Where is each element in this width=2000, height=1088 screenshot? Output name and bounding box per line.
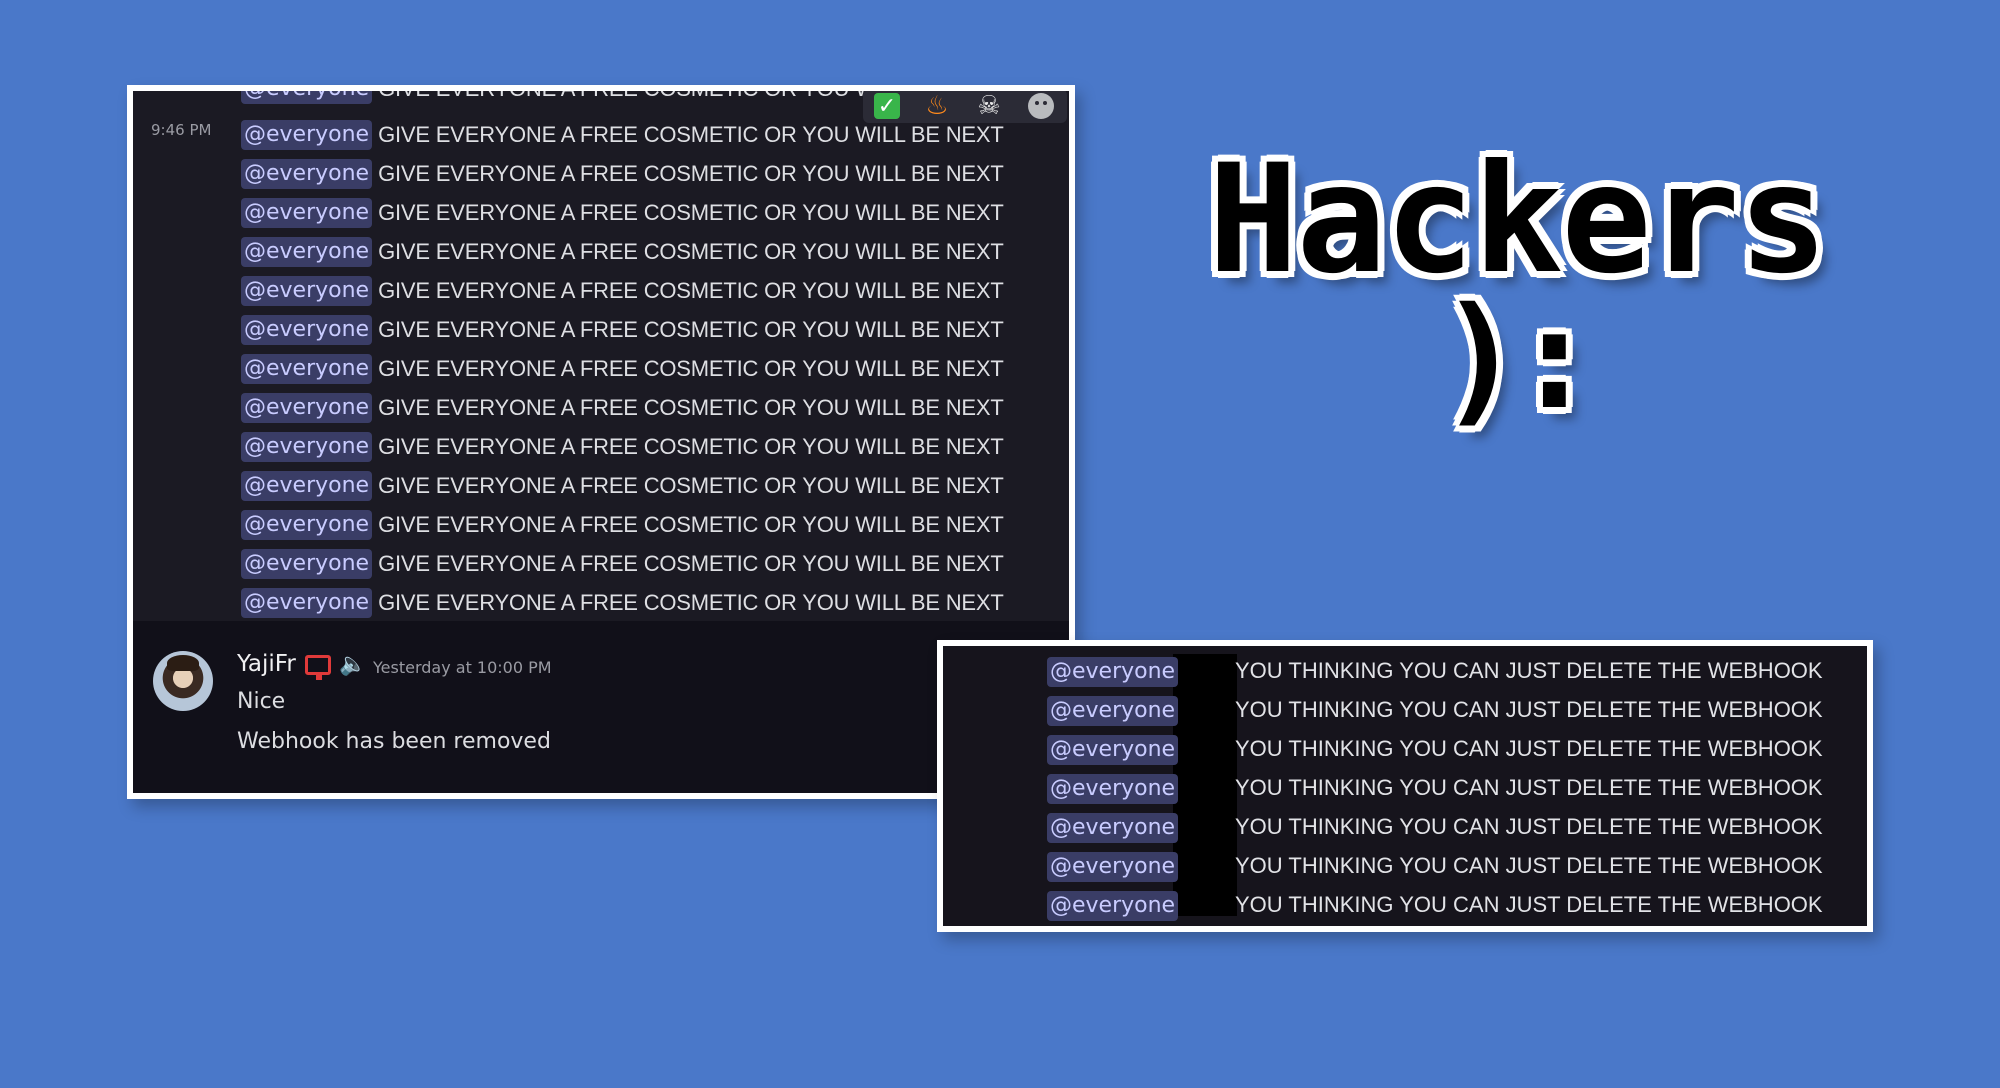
spam-line: @everyone GIVE EVERYONE A FREE COSMETIC …: [241, 156, 1004, 192]
everyone-mention[interactable]: @everyone: [241, 276, 373, 306]
webhook-text: YOU THINKING YOU CAN JUST DELETE THE WEB…: [1235, 814, 1823, 839]
everyone-mention[interactable]: @everyone: [241, 588, 373, 618]
spam-line: @everyone GIVE EVERYONE A FREE COSMETIC …: [241, 468, 1004, 504]
everyone-mention[interactable]: @everyone: [1047, 852, 1179, 882]
spam-text: GIVE EVERYONE A FREE COSMETIC OR YOU WIL…: [378, 161, 1004, 186]
spam-line: @everyone GIVE EVERYONE A FREE COSMETIC …: [241, 351, 1004, 387]
spam-line: @everyone GIVE EVERYONE A FREE COSMETIC …: [241, 585, 1004, 621]
spam-line: @everyone GIVE EVERYONE A FREE COSMETIC …: [241, 390, 1004, 426]
spam-text: GIVE EVERYONE A FREE COSMETIC OR YOU WIL…: [378, 395, 1004, 420]
everyone-mention[interactable]: @everyone: [241, 120, 373, 150]
spam-text: GIVE EVERYONE A FREE COSMETIC OR YOU WIL…: [378, 200, 1004, 225]
spam-line: @everyone GIVE EVERYONE A FREE COSMETIC …: [241, 429, 1004, 465]
username[interactable]: YajiFr: [237, 651, 296, 677]
webhook-line: @everyone: [1047, 732, 1184, 768]
spam-text: GIVE EVERYONE A FREE COSMETIC OR YOU WIL…: [378, 551, 1004, 576]
spam-line: @everyone GIVE EVERYONE A FREE COSMETIC …: [241, 234, 1004, 270]
spam-text: GIVE EVERYONE A FREE COSMETIC OR YOU WIL…: [378, 434, 1004, 459]
everyone-mention[interactable]: @everyone: [1047, 774, 1179, 804]
spam-text: GIVE EVERYONE A FREE COSMETIC OR YOU WIL: [378, 85, 894, 101]
reaction-bar: ✓ ♨ ☠: [863, 91, 1067, 123]
spam-text: GIVE EVERYONE A FREE COSMETIC OR YOU WIL…: [378, 473, 1004, 498]
spam-text: GIVE EVERYONE A FREE COSMETIC OR YOU WIL…: [378, 356, 1004, 381]
everyone-mention[interactable]: @everyone: [241, 159, 373, 189]
webhook-line: @everyone: [1047, 693, 1184, 729]
everyone-mention[interactable]: @everyone: [241, 198, 373, 228]
spam-text: GIVE EVERYONE A FREE COSMETIC OR YOU WIL…: [378, 317, 1004, 342]
webhook-text: YOU THINKING YOU CAN JUST DELETE THE WEB…: [1235, 775, 1823, 800]
spam-text: GIVE EVERYONE A FREE COSMETIC OR YOU WIL…: [378, 239, 1004, 264]
webhook-text: YOU THINKING YOU CAN JUST DELETE THE WEB…: [1235, 853, 1823, 878]
hackers-title: Hackers: [1208, 133, 1828, 307]
chat-panel-webhook: @everyone YOU THINKING YOU CAN JUST DELE…: [937, 640, 1873, 932]
webhook-text: YOU THINKING YOU CAN JUST DELETE THE WEB…: [1235, 736, 1823, 761]
message-text: Webhook has been removed: [237, 729, 551, 754]
webhook-text: YOU THINKING YOU CAN JUST DELETE THE WEB…: [1235, 658, 1823, 683]
everyone-mention[interactable]: @everyone: [241, 237, 373, 267]
everyone-mention[interactable]: @everyone: [1047, 696, 1179, 726]
everyone-mention[interactable]: @everyone: [241, 471, 373, 501]
frown-emoticon: ):: [1438, 278, 1597, 441]
everyone-mention[interactable]: @everyone: [241, 354, 373, 384]
everyone-mention[interactable]: @everyone: [1047, 735, 1179, 765]
webhook-line: @everyone: [1047, 888, 1184, 924]
spam-line: @everyone GIVE EVERYONE A FREE COSMETIC …: [241, 312, 1004, 348]
spam-line: @everyone GIVE EVERYONE A FREE COSMETIC …: [241, 507, 1004, 543]
everyone-mention[interactable]: @everyone: [1047, 891, 1179, 921]
everyone-mention[interactable]: @everyone: [241, 510, 373, 540]
message-item: YajiFr 🔈 Yesterday at 10:00 PM Nice Webh…: [133, 621, 1069, 793]
spam-line: @everyone GIVE EVERYONE A FREE COSMETIC …: [241, 546, 1004, 582]
spam-message-group: @everyone GIVE EVERYONE A FREE COSMETIC …: [133, 91, 1069, 621]
screen-share-icon: [305, 655, 331, 680]
everyone-mention[interactable]: @everyone: [241, 315, 373, 345]
add-reaction-icon[interactable]: [1026, 91, 1056, 121]
skull-emoji-icon[interactable]: ☠: [974, 91, 1004, 121]
spam-text: GIVE EVERYONE A FREE COSMETIC OR YOU WIL…: [378, 278, 1004, 303]
everyone-mention[interactable]: @everyone: [1047, 813, 1179, 843]
webhook-line: @everyone: [1047, 849, 1184, 885]
webhook-text: YOU THINKING YOU CAN JUST DELETE THE WEB…: [1235, 697, 1823, 722]
webhook-line: @everyone: [1047, 810, 1184, 846]
message-time: Yesterday at 10:00 PM: [373, 658, 552, 677]
everyone-mention[interactable]: @everyone: [241, 432, 373, 462]
webhook-text: YOU THINKING YOU CAN JUST DELETE THE WEB…: [1235, 892, 1823, 917]
spam-text: GIVE EVERYONE A FREE COSMETIC OR YOU WIL…: [378, 512, 1004, 537]
spam-line: @everyone GIVE EVERYONE A FREE COSMETIC …: [241, 195, 1004, 231]
spam-line: @everyone GIVE EVERYONE A FREE COSMETIC …: [241, 273, 1004, 309]
chat-panel-spam: @everyone GIVE EVERYONE A FREE COSMETIC …: [127, 85, 1075, 799]
webhook-line: @everyone: [1047, 771, 1184, 807]
message-timestamp: 9:46 PM: [151, 121, 212, 139]
everyone-mention[interactable]: @everyone: [241, 393, 373, 423]
speaker-icon: 🔈: [339, 652, 367, 677]
check-mark-emoji-icon[interactable]: ✓: [874, 93, 900, 119]
webhook-line: @everyone: [1047, 654, 1184, 690]
message-text: Nice: [237, 689, 286, 714]
everyone-mention[interactable]: @everyone: [241, 549, 373, 579]
fire-emoji-icon[interactable]: ♨: [922, 91, 952, 121]
spam-text: GIVE EVERYONE A FREE COSMETIC OR YOU WIL…: [378, 122, 1004, 147]
avatar[interactable]: [153, 651, 213, 711]
everyone-mention[interactable]: @everyone: [241, 91, 373, 104]
spam-text: GIVE EVERYONE A FREE COSMETIC OR YOU WIL…: [378, 590, 1004, 615]
spam-line-partial: @everyone GIVE EVERYONE A FREE COSMETIC …: [241, 85, 894, 107]
everyone-mention[interactable]: @everyone: [1047, 657, 1179, 687]
